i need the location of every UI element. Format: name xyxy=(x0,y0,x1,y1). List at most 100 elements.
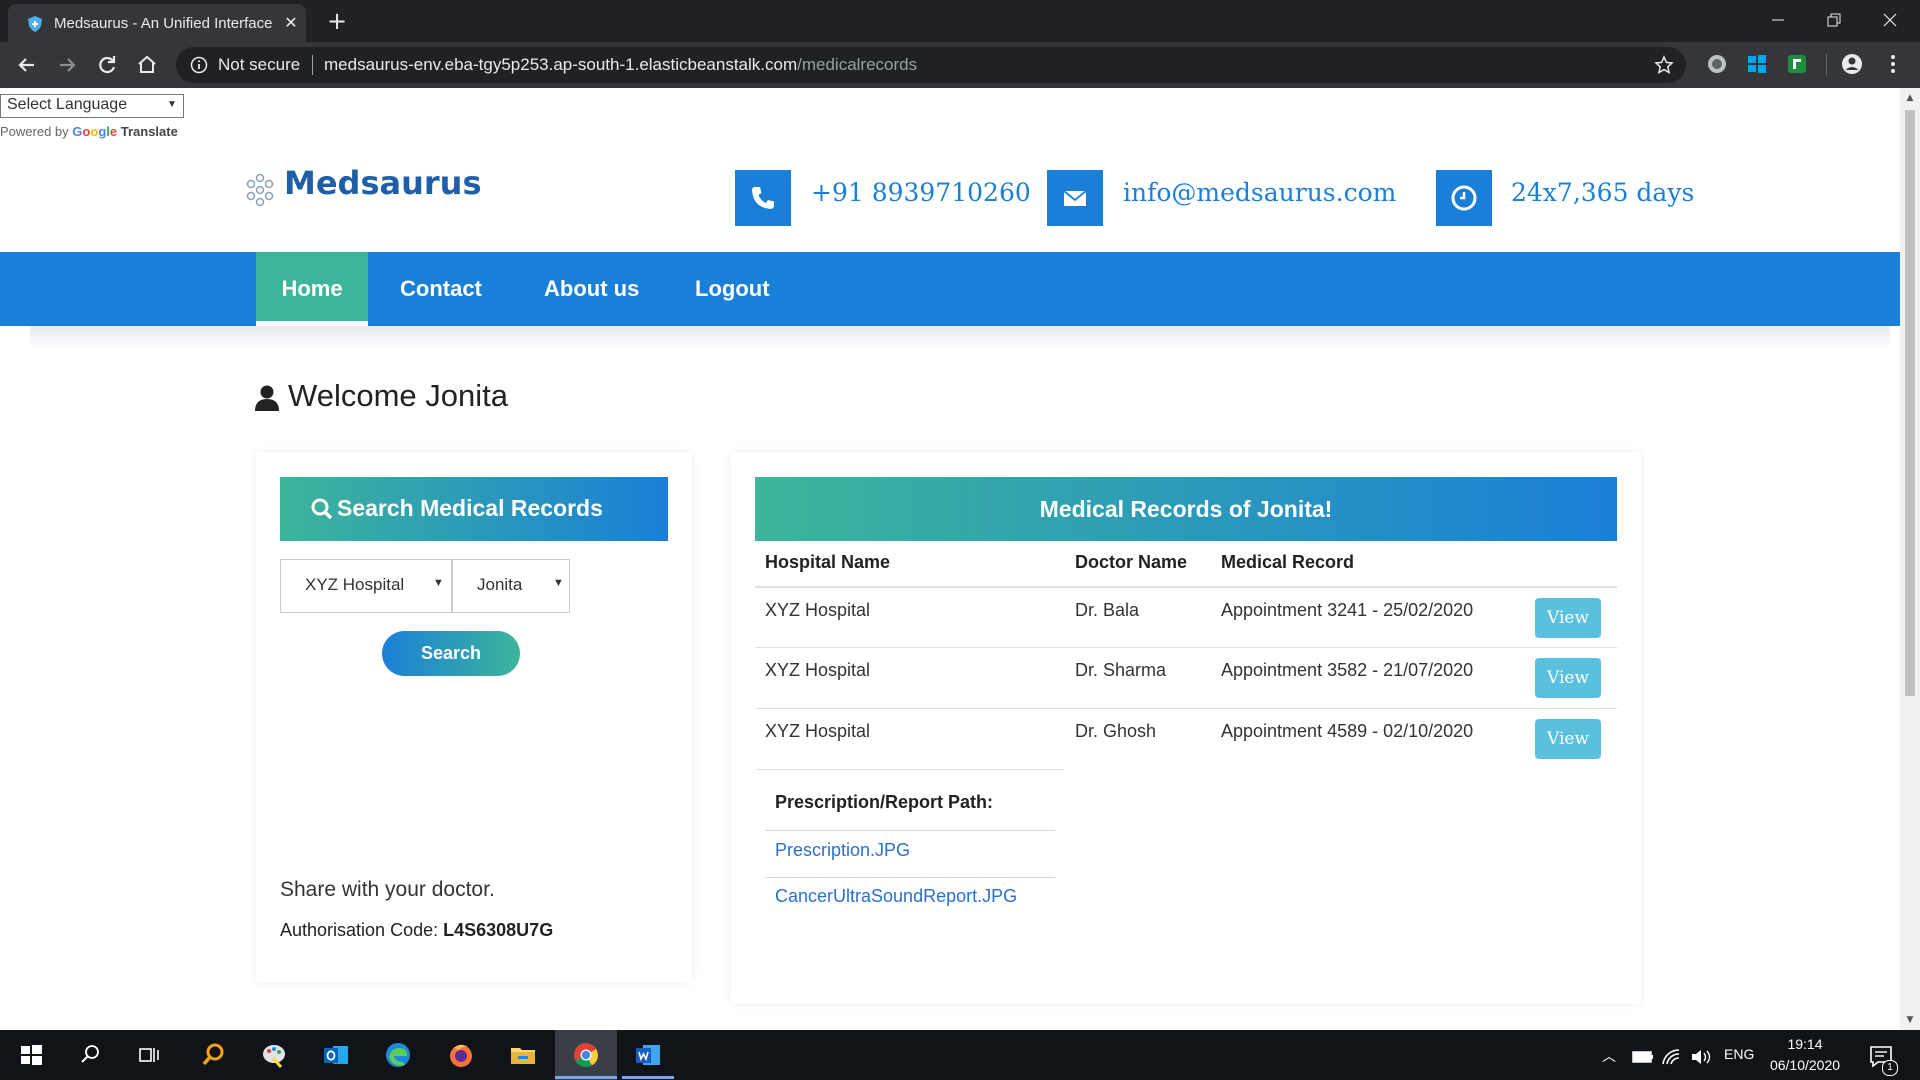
restore-button[interactable] xyxy=(1806,0,1862,40)
paint-app-icon[interactable] xyxy=(259,1040,289,1070)
hospital-cell: XYZ Hospital xyxy=(765,721,871,741)
hospital-cell: XYZ Hospital xyxy=(765,660,871,680)
patient-select-value: Jonita xyxy=(477,575,523,594)
column-doctor-name: Doctor Name xyxy=(1075,552,1188,572)
nav-logout[interactable]: Logout xyxy=(695,252,770,326)
info-icon[interactable] xyxy=(190,56,208,74)
language-indicator[interactable]: ENG xyxy=(1724,1046,1754,1062)
new-tab-icon[interactable]: + xyxy=(322,6,352,36)
search-button[interactable]: Search xyxy=(382,631,520,676)
menu-dots-icon[interactable] xyxy=(1882,53,1904,75)
brand-name[interactable]: Medsaurus xyxy=(284,164,481,202)
language-select[interactable]: Select Language ▼ xyxy=(0,94,184,118)
nav-contact[interactable]: Contact xyxy=(400,252,482,326)
doctor-cell: Dr. Bala xyxy=(1075,600,1140,620)
close-window-button[interactable] xyxy=(1862,0,1918,40)
windows-extension-icon[interactable] xyxy=(1746,53,1768,75)
hospital-select-value: XYZ Hospital xyxy=(305,575,405,594)
browser-tab[interactable]: Medsaurus - An Unified Interface for Med… xyxy=(8,4,306,42)
tab-close-icon[interactable]: ✕ xyxy=(280,12,302,34)
clock-time: 19:14 xyxy=(1787,1036,1823,1052)
show-hidden-icons-chevron-icon[interactable]: ︿ xyxy=(1602,1046,1616,1066)
record-cell: Appointment 4589 - 02/10/2020 xyxy=(1221,721,1474,741)
prescription-title: Prescription/Report Path: xyxy=(775,792,994,812)
page-scrollbar[interactable]: ▲ ▼ xyxy=(1900,88,1920,1030)
word-running-indicator xyxy=(622,1076,674,1079)
extension-circle-icon[interactable] xyxy=(1706,53,1728,75)
battery-icon[interactable] xyxy=(1628,1042,1658,1072)
view-button[interactable]: View xyxy=(1535,598,1601,638)
patient-select[interactable]: Jonita ▼ xyxy=(452,559,570,613)
notification-count-badge: 1 xyxy=(1882,1060,1898,1076)
file-explorer-icon[interactable] xyxy=(508,1040,538,1070)
edge-browser-icon[interactable] xyxy=(383,1040,413,1070)
view-button[interactable]: View xyxy=(1535,658,1601,698)
table-row: XYZ Hospital Dr. Bala Appointment 3241 -… xyxy=(755,586,1617,649)
dropdown-arrow-icon: ▼ xyxy=(167,99,177,110)
dropdown-arrow-icon: ▼ xyxy=(553,577,564,589)
dropdown-arrow-icon: ▼ xyxy=(433,577,444,589)
firefox-icon[interactable] xyxy=(446,1040,476,1070)
file-link[interactable]: Prescription.JPG xyxy=(775,840,910,861)
translate-link[interactable]: Translate xyxy=(121,124,178,139)
clock-icon xyxy=(1451,185,1477,211)
back-arrow-icon[interactable] xyxy=(14,52,40,78)
url-path: /medicalrecords xyxy=(797,55,918,74)
minimize-button[interactable] xyxy=(1750,0,1806,40)
reload-icon[interactable] xyxy=(94,52,120,78)
task-view-icon[interactable] xyxy=(134,1040,164,1070)
divider xyxy=(765,877,1055,878)
user-icon xyxy=(255,385,279,411)
green-extension-icon[interactable] xyxy=(1786,53,1808,75)
phone-icon-box xyxy=(735,170,791,226)
outlook-icon[interactable] xyxy=(321,1040,351,1070)
scroll-thumb[interactable] xyxy=(1905,110,1915,696)
scroll-up-icon[interactable]: ▲ xyxy=(1904,92,1916,104)
minimize-icon xyxy=(1772,19,1784,21)
main-navbar: Home Contact About us Logout xyxy=(0,252,1900,326)
home-icon[interactable] xyxy=(134,52,160,78)
nav-home[interactable]: Home xyxy=(256,252,368,326)
bookmark-star-icon[interactable] xyxy=(1654,55,1674,75)
browser-toolbar: Not secure medsaurus-env.eba-tgy5p253.ap… xyxy=(0,42,1920,88)
file-link[interactable]: CancerUltraSoundReport.JPG xyxy=(775,886,1017,907)
search-app-icon[interactable] xyxy=(198,1040,228,1070)
language-select-value: Select Language xyxy=(7,96,128,113)
address-separator xyxy=(312,55,313,75)
url-text[interactable]: medsaurus-env.eba-tgy5p253.ap-south-1.el… xyxy=(324,55,917,75)
forward-arrow-icon[interactable] xyxy=(54,52,80,78)
volume-icon[interactable] xyxy=(1686,1042,1716,1072)
search-icon xyxy=(311,498,333,520)
not-secure-label[interactable]: Not secure xyxy=(218,55,300,75)
prescription-section: Prescription/Report Path: Prescription.J… xyxy=(755,769,1065,906)
wifi-icon[interactable] xyxy=(1657,1042,1687,1072)
shield-favicon-icon xyxy=(28,16,42,32)
scroll-down-icon[interactable]: ▼ xyxy=(1904,1014,1916,1026)
share-text: Share with your doctor. xyxy=(280,878,495,901)
restore-icon xyxy=(1827,13,1841,27)
record-cell: Appointment 3582 - 21/07/2020 xyxy=(1221,660,1474,680)
windows-start-icon[interactable] xyxy=(16,1040,46,1070)
working-hours: 24x7,365 days xyxy=(1511,178,1695,207)
nav-about-us[interactable]: About us xyxy=(544,252,639,326)
doctor-cell: Dr. Ghosh xyxy=(1075,721,1157,741)
phone-number: +91 8939710260 xyxy=(811,178,1031,207)
divider xyxy=(765,830,1055,831)
email-icon-box xyxy=(1047,170,1103,226)
google-logo: Google xyxy=(72,124,118,139)
records-card: Medical Records of Jonita! Hospital Name… xyxy=(731,452,1641,1004)
search-panel-title: Search Medical Records xyxy=(337,495,603,521)
word-icon[interactable] xyxy=(633,1040,663,1070)
search-icon[interactable] xyxy=(75,1040,105,1070)
profile-avatar-icon[interactable] xyxy=(1841,53,1863,75)
view-button[interactable]: View xyxy=(1535,719,1601,759)
hospital-select[interactable]: XYZ Hospital ▼ xyxy=(280,559,452,613)
address-bar[interactable]: Not secure medsaurus-env.eba-tgy5p253.ap… xyxy=(176,47,1686,83)
column-medical-record: Medical Record xyxy=(1221,552,1355,572)
chrome-icon[interactable] xyxy=(571,1040,601,1070)
search-card: Search Medical Records XYZ Hospital ▼ Jo… xyxy=(256,452,692,982)
brand-logo-icon xyxy=(246,173,274,207)
doctor-cell: Dr. Sharma xyxy=(1075,660,1167,680)
taskbar-clock[interactable]: 19:14 06/10/2020 xyxy=(1768,1034,1842,1076)
clock-icon-box xyxy=(1436,170,1492,226)
